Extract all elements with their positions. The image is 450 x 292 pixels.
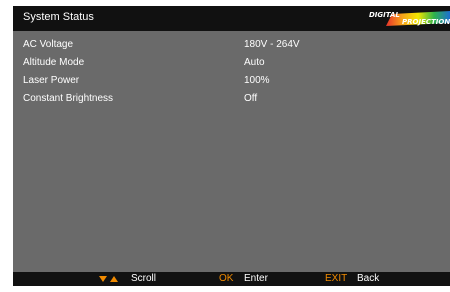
status-row-laser-power: Laser Power 100% [13, 73, 450, 91]
status-label: Laser Power [23, 75, 80, 86]
status-label: Constant Brightness [23, 93, 114, 104]
exit-key-label: EXIT [325, 273, 348, 284]
status-value: 100% [244, 75, 270, 86]
status-label: AC Voltage [23, 39, 74, 50]
scroll-hint-label: Scroll [131, 273, 157, 284]
page-title: System Status [23, 11, 94, 23]
back-hint-label: Back [357, 273, 380, 284]
up-down-arrows-icon [99, 275, 121, 283]
enter-hint-label: Enter [244, 273, 268, 284]
status-value: Off [244, 93, 258, 104]
header-bar: System Status DIGITAL PROJECTION [13, 6, 450, 31]
status-list: AC Voltage 180V - 264V Altitude Mode Aut… [13, 37, 450, 109]
status-label: Altitude Mode [23, 57, 85, 68]
status-row-constant-brightness: Constant Brightness Off [13, 91, 450, 109]
status-row-altitude-mode: Altitude Mode Auto [13, 55, 450, 73]
logo-line1: DIGITAL [369, 11, 400, 19]
footer-hint-bar: Scroll OK Enter EXIT Back [13, 272, 450, 286]
status-row-ac-voltage: AC Voltage 180V - 264V [13, 37, 450, 55]
ok-key-label: OK [219, 273, 234, 284]
status-value: Auto [244, 57, 265, 68]
logo-line2: PROJECTION [402, 18, 450, 26]
digital-projection-logo: DIGITAL PROJECTION [366, 7, 450, 30]
status-value: 180V - 264V [244, 39, 300, 50]
osd-screen: System Status DIGITAL PROJECTION AC Volt… [13, 6, 450, 286]
